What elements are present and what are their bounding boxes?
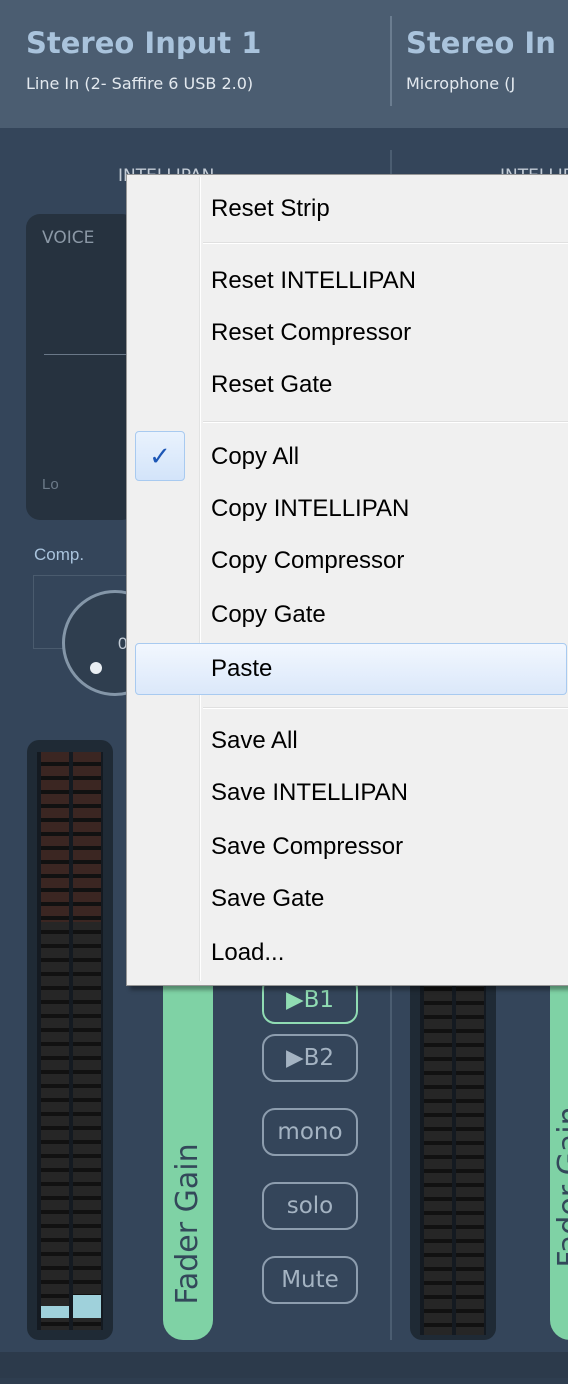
menu-item-save-intellipan[interactable]: Save INTELLIPAN (127, 767, 568, 819)
menu-item-reset-gate[interactable]: Reset Gate (127, 359, 568, 411)
menu-item-reset-compressor[interactable]: Reset Compressor (127, 307, 568, 359)
strip-2-title: Stereo In (406, 26, 556, 60)
knob-indicator (90, 662, 102, 674)
compressor-label: Comp. (34, 545, 85, 564)
menu-item-label: Copy Gate (211, 601, 326, 628)
bottom-bar (0, 1352, 568, 1378)
header-divider (390, 16, 392, 106)
fader-gain-slider[interactable]: Fader Gain (163, 940, 213, 1340)
menu-item-label: Save Gate (211, 885, 325, 912)
context-menu: ✓ Reset Strip Reset INTELLIPAN Reset Com… (126, 174, 568, 986)
menu-item-reset-strip[interactable]: Reset Strip (127, 183, 568, 235)
menu-item-save-gate[interactable]: Save Gate (127, 873, 568, 925)
menu-item-label: Reset INTELLIPAN (211, 267, 416, 294)
level-meter (27, 740, 113, 1340)
mono-button[interactable]: mono (262, 1108, 358, 1156)
mute-button[interactable]: Mute (262, 1256, 358, 1304)
menu-separator (203, 421, 568, 423)
menu-item-label: Reset Gate (211, 371, 333, 398)
strip-2-device: Microphone (J (406, 74, 516, 93)
fader-gain-label-2: Fader Gain (552, 1106, 568, 1268)
fader-gain-slider-2[interactable]: Fader Gain (550, 955, 568, 1340)
menu-item-label: Save INTELLIPAN (211, 779, 408, 806)
bus-b2-button[interactable]: ▶B2 (262, 1034, 358, 1082)
meter-right-channel (73, 752, 101, 1330)
menu-item-label: Reset Compressor (211, 319, 412, 346)
menu-item-label: Save Compressor (211, 833, 404, 860)
voice-label: VOICE (42, 228, 95, 248)
menu-item-paste[interactable]: Paste (127, 643, 568, 695)
menu-item-label: Copy Compressor (211, 547, 405, 574)
menu-item-copy-intellipan[interactable]: Copy INTELLIPAN (127, 483, 568, 535)
menu-item-label: Save All (211, 727, 298, 754)
fader-gain-label: Fader Gain (170, 1143, 205, 1305)
solo-button[interactable]: solo (262, 1182, 358, 1230)
meter-left-level (41, 1306, 69, 1318)
lo-label: Lo (42, 476, 59, 493)
menu-separator (203, 242, 568, 244)
menu-item-label: Copy All (211, 443, 300, 470)
menu-item-label: Paste (211, 655, 273, 682)
strip-1-title: Stereo Input 1 (26, 26, 262, 60)
menu-item-label: Reset Strip (211, 195, 330, 222)
meter-left-channel (41, 752, 69, 1330)
menu-item-save-compressor[interactable]: Save Compressor (127, 821, 568, 873)
menu-item-label: Load... (211, 939, 285, 966)
meter-right-level (73, 1295, 101, 1318)
menu-item-copy-all[interactable]: Copy All (127, 431, 568, 483)
strip-header: Stereo Input 1 Line In (2- Saffire 6 USB… (0, 0, 568, 128)
menu-item-load[interactable]: Load... (127, 927, 568, 979)
mixer-window: Stereo Input 1 Line In (2- Saffire 6 USB… (0, 0, 568, 1378)
strip-1-device: Line In (2- Saffire 6 USB 2.0) (26, 74, 254, 93)
menu-item-save-all[interactable]: Save All (127, 715, 568, 767)
menu-item-copy-gate[interactable]: Copy Gate (127, 589, 568, 641)
pan-center-line (44, 354, 136, 355)
menu-separator (203, 707, 568, 709)
intellipan-pad[interactable]: VOICE Lo (26, 214, 136, 520)
level-meter-2 (410, 955, 496, 1340)
menu-item-reset-intellipan[interactable]: Reset INTELLIPAN (127, 255, 568, 307)
meter2-right-channel (456, 963, 484, 1335)
menu-item-copy-compressor[interactable]: Copy Compressor (127, 535, 568, 587)
menu-item-label: Copy INTELLIPAN (211, 495, 410, 522)
meter2-left-channel (424, 963, 452, 1335)
